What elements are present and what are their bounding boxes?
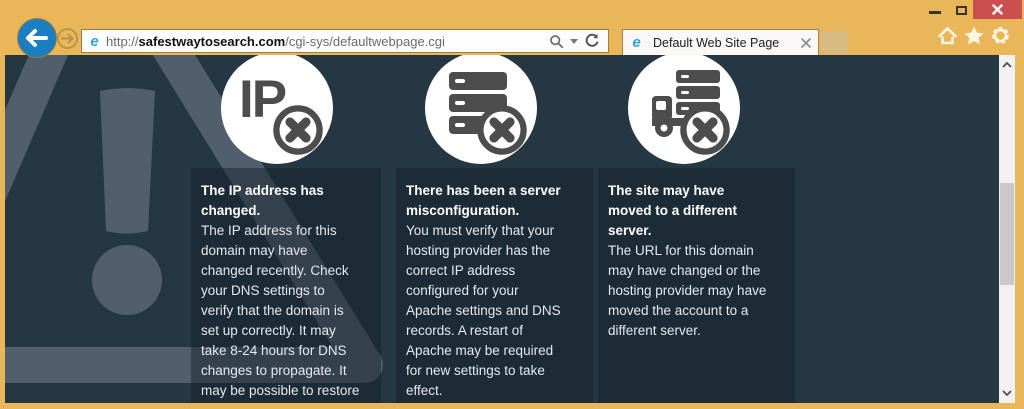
tab-default-web-site-page[interactable]: e Default Web Site Page	[622, 29, 819, 55]
column-heading: The site may have moved to a different s…	[608, 181, 785, 241]
server-misconfiguration-icon	[425, 55, 537, 164]
close-x-icon	[801, 38, 811, 48]
error-x-badge-icon	[271, 103, 325, 157]
forward-arrow-icon	[61, 33, 74, 44]
scrollbar-thumb[interactable]	[1000, 183, 1014, 285]
new-tab-button[interactable]	[821, 31, 848, 53]
browser-window: e http://safestwaytosearch.com/cgi-sys/d…	[0, 0, 1024, 409]
address-bar[interactable]: e http://safestwaytosearch.com/cgi-sys/d…	[81, 29, 609, 53]
chevron-down-icon	[1002, 390, 1012, 396]
maximize-button[interactable]	[949, 0, 973, 19]
url-scheme: http://	[106, 34, 139, 49]
minimize-dash-icon	[929, 11, 941, 14]
page-content: IP	[5, 55, 999, 403]
ie-favicon: e	[87, 34, 102, 49]
column-heading: There has been a server misconfiguration…	[406, 181, 583, 221]
column-body: You must verify that your hosting provid…	[406, 221, 583, 401]
url-domain: safestwaytosearch.com	[139, 34, 286, 49]
browser-toolbar	[938, 26, 1010, 45]
address-bar-tools	[549, 33, 608, 49]
url-text: http://safestwaytosearch.com/cgi-sys/def…	[106, 34, 549, 49]
chevron-up-icon	[1002, 62, 1012, 68]
navigation-bar: e http://safestwaytosearch.com/cgi-sys/d…	[0, 20, 1024, 55]
title-bar	[0, 0, 1024, 20]
favorites-star-icon[interactable]	[964, 26, 984, 45]
close-window-button[interactable]	[973, 0, 1022, 19]
refresh-icon[interactable]	[584, 33, 600, 49]
home-icon[interactable]	[938, 27, 957, 45]
search-options-caret-icon[interactable]	[570, 39, 578, 44]
scroll-down-button[interactable]	[999, 385, 1015, 401]
column-site-moved: The site may have moved to a different s…	[598, 168, 795, 403]
vertical-scrollbar[interactable]	[999, 55, 1015, 403]
maximize-square-icon	[956, 6, 967, 15]
search-icon[interactable]	[549, 34, 564, 49]
tab-close-button[interactable]	[796, 33, 816, 53]
column-body: The IP address for this domain may have …	[201, 221, 371, 401]
forward-button[interactable]	[57, 28, 78, 49]
column-body: The URL for this domain may have changed…	[608, 241, 785, 341]
tab-title: Default Web Site Page	[653, 36, 796, 50]
column-server-misconfiguration: There has been a server misconfiguration…	[396, 168, 593, 403]
column-ip-changed: The IP address has changed. The IP addre…	[191, 168, 381, 403]
error-x-badge-icon	[475, 103, 529, 157]
minimize-button[interactable]	[921, 0, 949, 19]
close-x-icon	[992, 4, 1003, 15]
settings-gear-icon[interactable]	[991, 26, 1010, 45]
column-heading: The IP address has changed.	[201, 181, 371, 221]
ip-changed-icon: IP	[221, 55, 333, 164]
back-button[interactable]	[18, 19, 56, 57]
url-path: /cgi-sys/defaultwebpage.cgi	[285, 34, 445, 49]
error-x-badge-icon	[678, 103, 732, 157]
tab-favicon: e	[629, 35, 644, 50]
site-moved-icon	[628, 55, 740, 164]
back-arrow-icon	[25, 28, 49, 48]
scroll-up-button[interactable]	[999, 57, 1015, 73]
